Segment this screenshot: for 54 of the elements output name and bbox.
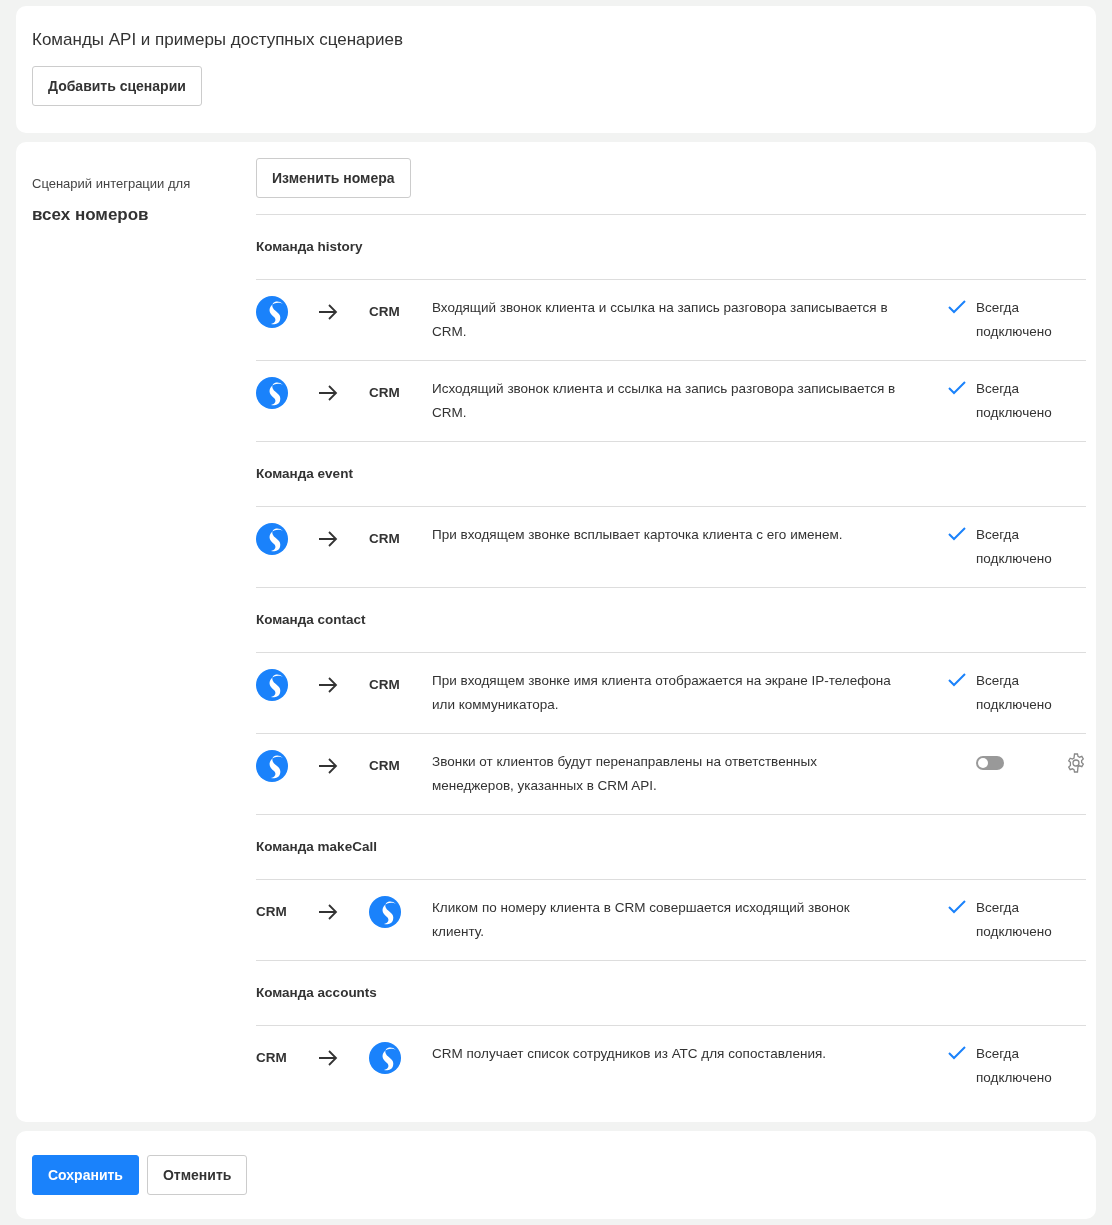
logo-icon: [256, 669, 288, 701]
status-text: Всегда подключено: [976, 526, 1053, 568]
crm-label: CRM: [369, 383, 400, 402]
arrow-icon: [318, 904, 338, 920]
check-icon: [948, 1045, 966, 1061]
toggle-switch[interactable]: [976, 756, 1004, 770]
cancel-button[interactable]: Отменить: [146, 1155, 248, 1195]
logo-icon: [369, 896, 401, 928]
section-title: Команда contact: [256, 610, 366, 629]
description: Входящий звонок клиента и ссылка на запись разговора записывается в CRM.: [432, 299, 889, 341]
arrow-icon: [318, 1050, 338, 1066]
logo-icon: [256, 377, 288, 409]
description: При входящем звонке всплывает карточка клиента с его именем.: [432, 526, 844, 544]
check-icon: [948, 672, 966, 688]
logo-icon: [256, 523, 288, 555]
description: Кликом по номеру клиента в CRM совершается исходящий звонок клиенту.: [432, 899, 851, 941]
description: Звонки от клиентов будут перенаправлены на ответственных менеджеров, указанных в CRM API.: [432, 753, 818, 795]
crm-label: CRM: [369, 756, 400, 775]
description: CRM получает список сотрудников из АТС для сопоставления.: [432, 1045, 827, 1063]
crm-label: CRM: [369, 675, 400, 694]
arrow-icon: [318, 677, 338, 693]
logo-icon: [369, 1042, 401, 1074]
settings-icon[interactable]: [1066, 753, 1086, 773]
arrow-icon: [318, 531, 338, 547]
status-text: Всегда подключено: [976, 899, 1053, 941]
status-text: Всегда подключено: [976, 299, 1053, 341]
change-numbers-button[interactable]: Изменить номера: [256, 158, 411, 198]
logo-icon: [256, 296, 288, 328]
add-scenarios-button[interactable]: Добавить сценарии: [32, 66, 202, 107]
crm-label: CRM: [256, 902, 287, 921]
description: При входящем звонке имя клиента отображается на экране IP-телефона или коммуникатора.: [432, 672, 892, 714]
page-title: Команды API и примеры доступных сценариев: [32, 30, 404, 51]
check-icon: [948, 526, 966, 542]
check-icon: [948, 899, 966, 915]
scenario-target: всех номеров: [32, 203, 150, 226]
crm-label: CRM: [256, 1048, 287, 1067]
status-text: Всегда подключено: [976, 672, 1053, 714]
arrow-icon: [318, 304, 338, 320]
crm-label: CRM: [369, 302, 400, 321]
check-icon: [948, 380, 966, 396]
status-text: Всегда подключено: [976, 380, 1053, 422]
section-title: Команда event: [256, 464, 353, 483]
logo-icon: [256, 750, 288, 782]
status-text: Всегда подключено: [976, 1045, 1053, 1087]
description: Исходящий звонок клиента и ссылка на запись разговора записывается в CRM.: [432, 380, 897, 422]
section-title: Команда makeCall: [256, 837, 377, 856]
check-icon: [948, 299, 966, 315]
crm-label: CRM: [369, 529, 400, 548]
section-title: Команда accounts: [256, 983, 377, 1002]
save-button[interactable]: Сохранить: [32, 1155, 139, 1195]
arrow-icon: [318, 385, 338, 401]
scenario-label: Сценарий интеграции для: [32, 175, 192, 193]
arrow-icon: [318, 758, 338, 774]
section-title: Команда history: [256, 237, 363, 256]
